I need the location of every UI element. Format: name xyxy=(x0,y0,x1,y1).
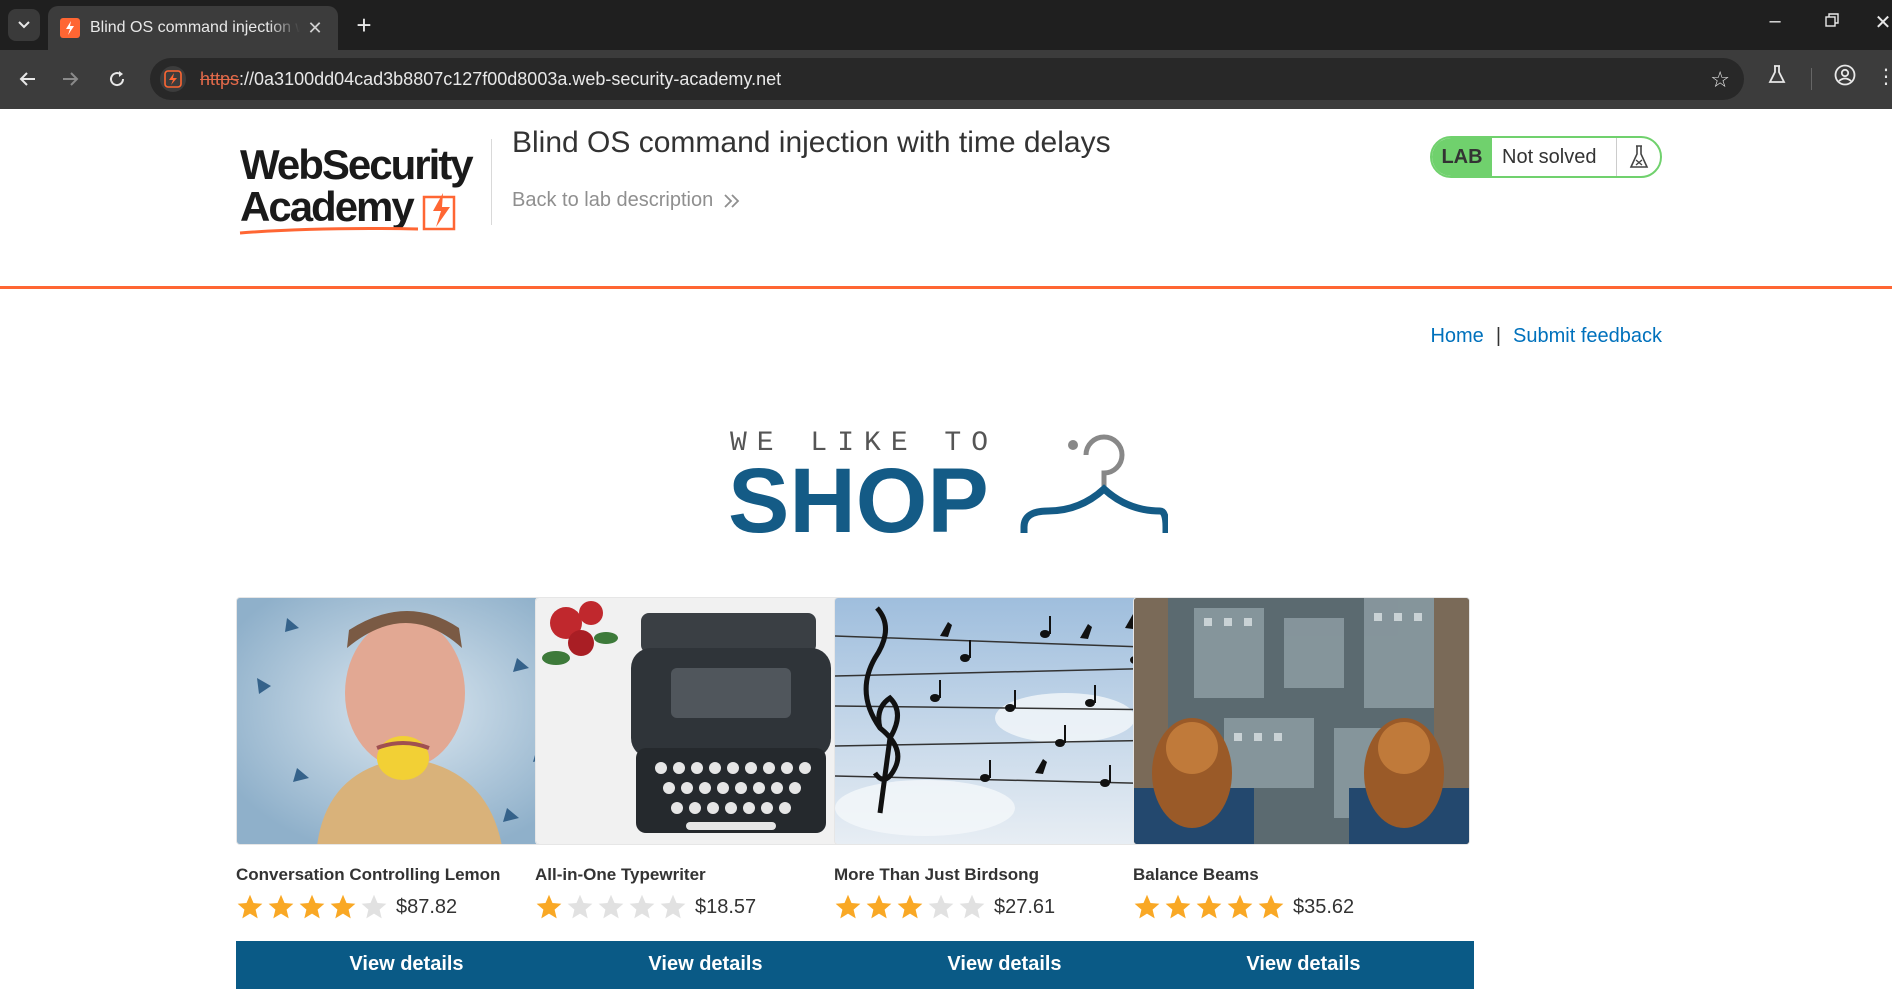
star-rating xyxy=(1133,893,1285,921)
star-filled-icon xyxy=(866,894,892,919)
star-filled-icon xyxy=(1134,894,1160,919)
star-filled-icon xyxy=(536,894,562,919)
bookmark-star-icon[interactable]: ☆ xyxy=(1710,67,1730,93)
labs-flask-icon[interactable] xyxy=(1762,64,1792,90)
star-empty-icon xyxy=(567,894,593,919)
lab-favicon-icon xyxy=(60,18,80,38)
forward-arrow-icon[interactable] xyxy=(56,64,86,94)
view-details-button[interactable]: View details xyxy=(1133,941,1474,989)
profile-avatar-icon[interactable] xyxy=(1830,64,1860,92)
view-details-button[interactable]: View details xyxy=(834,941,1175,989)
star-filled-icon xyxy=(299,894,325,919)
back-to-lab-description-link[interactable]: Back to lab description xyxy=(512,189,741,212)
product-name: Balance Beams xyxy=(1133,865,1259,884)
star-filled-icon xyxy=(897,894,923,919)
browser-tab[interactable]: Blind OS command injection with time del… xyxy=(48,6,338,50)
address-bar[interactable]: https://0a3100dd04cad3b8807c127f00d8003a… xyxy=(150,58,1744,100)
site-info-icon[interactable] xyxy=(160,66,186,92)
reload-icon[interactable] xyxy=(102,64,132,94)
star-empty-icon xyxy=(361,894,387,919)
view-details-button[interactable]: View details xyxy=(236,941,577,989)
star-empty-icon xyxy=(629,894,655,919)
web-security-academy-logo[interactable]: WebSecurity Academy xyxy=(238,137,488,237)
top-nav-links: Home | Submit feedback xyxy=(1430,325,1662,348)
product-card: More Than Just Birdsong $27.61 View deta… xyxy=(834,597,1175,989)
star-filled-icon xyxy=(1227,894,1253,919)
tab-search-button[interactable] xyxy=(8,9,40,41)
rating-row: $87.82 xyxy=(236,893,576,921)
star-filled-icon xyxy=(1196,894,1222,919)
lab-page: WebSecurity Academy Blind OS command inj… xyxy=(0,109,1892,989)
submit-feedback-link[interactable]: Submit feedback xyxy=(1513,325,1662,347)
lab-flask-icon xyxy=(1616,138,1660,176)
product-card: Conversation Controlling Lemon $87.82 Vi… xyxy=(236,597,577,989)
lab-status-text: Not solved xyxy=(1502,145,1597,168)
close-window-icon[interactable]: ✕ xyxy=(1874,10,1892,35)
tab-close-icon[interactable]: ✕ xyxy=(304,18,326,39)
double-chevron-right-icon xyxy=(724,193,740,208)
hanger-icon xyxy=(1020,434,1168,533)
product-card: All-in-One Typewriter $18.57 View detail… xyxy=(535,597,876,989)
back-arrow-icon[interactable] xyxy=(12,64,42,94)
shop-word: SHOP xyxy=(728,450,989,545)
we-like-to-shop-logo: WE LIKE TO SHOP xyxy=(728,428,1168,545)
tab-title: Blind OS command injection with time del… xyxy=(90,19,300,36)
lab-badge: LAB xyxy=(1432,138,1492,176)
lab-header: WebSecurity Academy Blind OS command inj… xyxy=(0,109,1892,289)
browser-menu-icon[interactable]: ⋮ xyxy=(1876,64,1892,89)
star-filled-icon xyxy=(268,894,294,919)
restore-icon[interactable] xyxy=(1817,10,1847,33)
product-price: $35.62 xyxy=(1293,895,1355,918)
product-name: More Than Just Birdsong xyxy=(834,865,1039,884)
view-details-button[interactable]: View details xyxy=(535,941,876,989)
chevron-down-icon xyxy=(18,21,30,29)
product-image xyxy=(834,597,1171,845)
star-rating xyxy=(834,893,986,921)
star-empty-icon xyxy=(959,894,985,919)
product-price: $18.57 xyxy=(695,895,757,918)
browser-tab-bar: Blind OS command injection with time del… xyxy=(0,0,1892,50)
product-price: $27.61 xyxy=(994,895,1056,918)
product-name: All-in-One Typewriter xyxy=(535,865,706,884)
star-filled-icon xyxy=(835,894,861,919)
logo-divider xyxy=(491,139,492,225)
star-rating xyxy=(236,893,388,921)
url-scheme: https xyxy=(200,68,240,89)
product-image xyxy=(236,597,573,845)
nav-separator: | xyxy=(1495,325,1502,347)
star-empty-icon xyxy=(598,894,624,919)
minimize-icon[interactable]: – xyxy=(1760,10,1790,33)
product-image xyxy=(535,597,872,845)
star-filled-icon xyxy=(237,894,263,919)
browser-toolbar: https://0a3100dd04cad3b8807c127f00d8003a… xyxy=(0,50,1892,109)
star-rating xyxy=(535,893,687,921)
star-filled-icon xyxy=(1258,894,1284,919)
svg-text:WebSecurity: WebSecurity xyxy=(240,141,474,188)
lab-status-widget: LAB Not solved xyxy=(1430,136,1662,178)
rating-row: $18.57 xyxy=(535,893,875,921)
product-image xyxy=(1133,597,1470,845)
lab-title: Blind OS command injection with time del… xyxy=(512,126,1111,159)
url-text: https://0a3100dd04cad3b8807c127f00d8003a… xyxy=(200,69,781,90)
back-link-label: Back to lab description xyxy=(512,189,714,211)
star-empty-icon xyxy=(928,894,954,919)
product-price: $87.82 xyxy=(396,895,458,918)
new-tab-button[interactable]: + xyxy=(350,12,378,38)
svg-text:Academy: Academy xyxy=(240,183,415,230)
rating-row: $35.62 xyxy=(1133,893,1473,921)
rating-row: $27.61 xyxy=(834,893,1174,921)
product-card: Balance Beams $35.62 View details xyxy=(1133,597,1474,989)
star-empty-icon xyxy=(660,894,686,919)
toolbar-divider xyxy=(1811,68,1812,90)
star-filled-icon xyxy=(330,894,356,919)
product-name: Conversation Controlling Lemon xyxy=(236,865,501,884)
url-host: ://0a3100dd04cad3b8807c127f00d8003a.web-… xyxy=(239,68,782,89)
home-link[interactable]: Home xyxy=(1430,325,1483,347)
star-filled-icon xyxy=(1165,894,1191,919)
